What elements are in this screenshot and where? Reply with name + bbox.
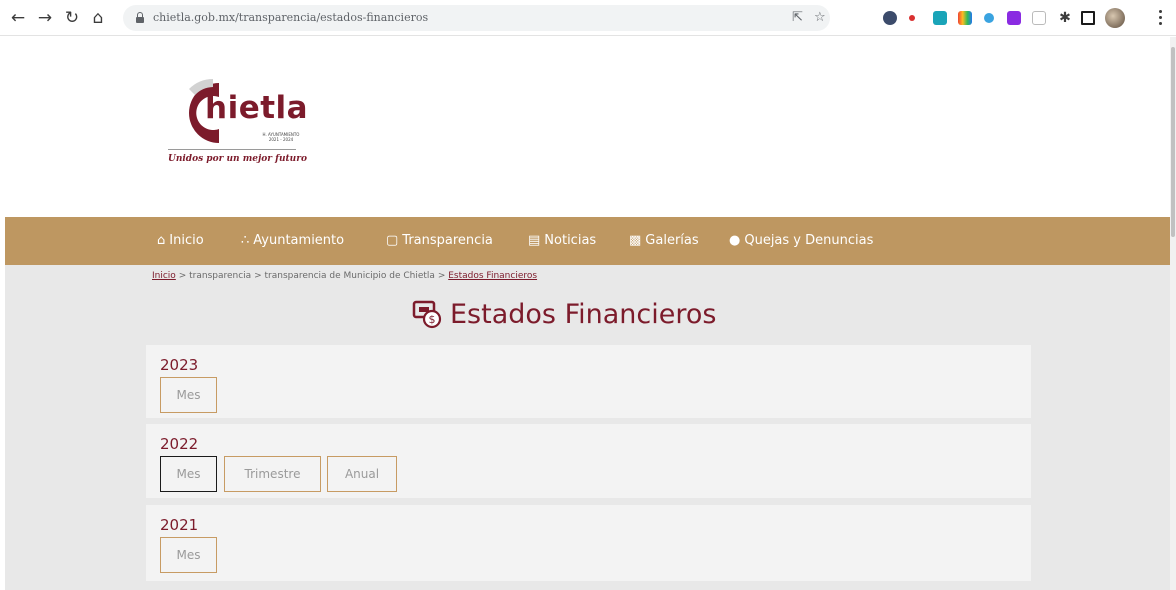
nav-item-label: Inicio xyxy=(169,233,204,248)
mes-button[interactable]: Mes xyxy=(160,456,217,492)
year-heading: 2023 xyxy=(160,356,199,374)
home-icon[interactable]: ⌂ xyxy=(88,8,108,28)
site-logo[interactable]: hietla H. AYUNTAMIENTO 2021 - 2024 Unido… xyxy=(160,76,310,186)
extension-icon[interactable] xyxy=(909,15,915,21)
share-icon[interactable]: ⇱ xyxy=(792,10,803,25)
web-page: hietla H. AYUNTAMIENTO 2021 - 2024 Unido… xyxy=(0,37,1170,590)
back-arrow-icon[interactable]: ← xyxy=(8,8,28,28)
nav-item-inicio[interactable]: ⌂ Inicio xyxy=(157,233,204,248)
year-card-2023: 2023 Mes xyxy=(146,345,1031,418)
extension-icon[interactable] xyxy=(1032,11,1046,25)
page-title-text: Estados Financieros xyxy=(450,298,717,330)
browser-toolbar: ← → ↻ ⌂ chietla.gob.mx/transparencia/est… xyxy=(0,0,1176,36)
puzzle-icon[interactable]: ✱ xyxy=(1055,8,1075,28)
nav-item-galerias[interactable]: ▩ Galerías xyxy=(629,233,699,248)
profile-avatar[interactable] xyxy=(1105,8,1125,28)
year-card-2021: 2021 Mes xyxy=(146,505,1031,581)
breadcrumb-separator: > xyxy=(254,271,262,281)
document-icon: ▢ xyxy=(386,233,399,248)
lock-icon xyxy=(136,12,144,23)
scrollbar-thumb[interactable] xyxy=(1171,47,1175,237)
url-text[interactable]: chietla.gob.mx/transparencia/estados-fin… xyxy=(153,11,428,24)
year-heading: 2021 xyxy=(160,516,199,534)
nav-item-label: Ayuntamiento xyxy=(253,233,345,248)
menu-dots-icon[interactable] xyxy=(1158,9,1162,27)
home-icon: ⌂ xyxy=(157,233,166,248)
svg-text:$: $ xyxy=(429,313,436,326)
extension-icon[interactable] xyxy=(883,11,897,25)
year-heading: 2022 xyxy=(160,435,199,453)
page-title: $ Estados Financieros xyxy=(412,296,716,332)
logo-divider xyxy=(168,149,296,150)
sitemap-icon: ∴ xyxy=(241,233,250,248)
images-icon: ▩ xyxy=(629,233,642,248)
breadcrumb-separator: > xyxy=(437,271,446,281)
info-circle-icon: ● xyxy=(729,233,741,248)
window-icon[interactable] xyxy=(1081,11,1095,25)
nav-item-transparencia[interactable]: ▢ Transparencia xyxy=(386,233,493,248)
nav-item-ayuntamiento[interactable]: ∴ Ayuntamiento xyxy=(241,233,344,248)
breadcrumb-link-municipio[interactable]: transparencia de Municipio de Chietla xyxy=(265,271,435,281)
trimestre-button[interactable]: Trimestre xyxy=(224,456,321,492)
bookmark-star-icon[interactable]: ☆ xyxy=(814,10,826,25)
breadcrumb-current[interactable]: Estados Financieros xyxy=(448,271,537,281)
logo-wordmark: hietla xyxy=(205,90,309,126)
main-navbar: ⌂ Inicio ∴ Ayuntamiento ▢ Transparencia … xyxy=(5,217,1170,265)
breadcrumb-separator: > xyxy=(178,271,187,281)
nav-item-noticias[interactable]: ▤ Noticias xyxy=(528,233,596,248)
extension-icon[interactable] xyxy=(1007,11,1021,25)
extension-icon[interactable] xyxy=(984,13,994,23)
nav-item-quejas[interactable]: ● Quejas y Denuncias xyxy=(729,233,873,248)
mes-button[interactable]: Mes xyxy=(160,377,217,413)
nav-item-label: Quejas y Denuncias xyxy=(744,233,874,248)
extension-icon[interactable] xyxy=(958,11,972,25)
breadcrumb: Inicio > transparencia > transparencia d… xyxy=(152,271,537,281)
breadcrumb-link-inicio[interactable]: Inicio xyxy=(152,271,176,281)
reload-icon[interactable]: ↻ xyxy=(62,8,82,28)
breadcrumb-link-transparencia[interactable]: transparencia xyxy=(189,271,251,281)
logo-subtitle: H. AYUNTAMIENTO 2021 - 2024 xyxy=(262,132,300,142)
money-report-icon: $ xyxy=(412,300,442,329)
year-card-2022: 2022 Mes Trimestre Anual xyxy=(146,424,1031,498)
nav-item-label: Galerías xyxy=(645,233,699,248)
logo-slogan: Unidos por un mejor futuro xyxy=(168,154,307,164)
newspaper-icon: ▤ xyxy=(528,233,541,248)
page-scrollbar[interactable] xyxy=(1170,37,1176,590)
mes-button[interactable]: Mes xyxy=(160,537,217,573)
anual-button[interactable]: Anual xyxy=(327,456,397,492)
forward-arrow-icon[interactable]: → xyxy=(35,8,55,28)
nav-item-label: Noticias xyxy=(544,233,597,248)
extension-icon[interactable] xyxy=(933,11,947,25)
address-bar[interactable]: chietla.gob.mx/transparencia/estados-fin… xyxy=(123,5,830,31)
nav-item-label: Transparencia xyxy=(402,233,493,248)
